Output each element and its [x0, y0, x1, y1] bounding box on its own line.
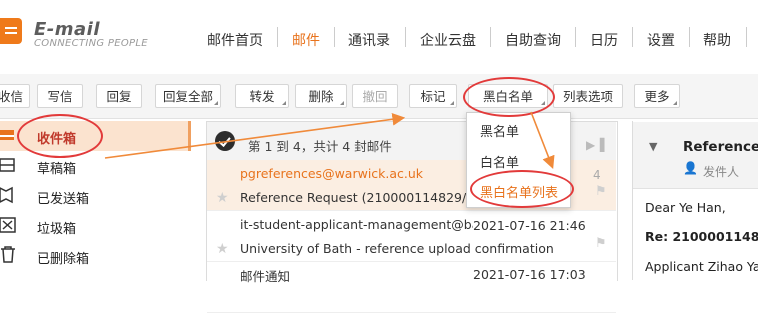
- nav-divider: [490, 27, 491, 47]
- pager-next-icon[interactable]: ▶▐: [586, 138, 604, 152]
- person-icon: 👤: [683, 161, 698, 175]
- body-line: Applicant Zihao Yan: [645, 259, 758, 274]
- flag-icon[interactable]: ⚑: [595, 184, 607, 199]
- inbox-icon: [0, 126, 18, 144]
- compose-button[interactable]: 写信: [37, 84, 83, 108]
- forward-label: 转发: [249, 89, 275, 104]
- nav-mail[interactable]: 邮件: [292, 30, 320, 50]
- row-sender: pgreferences@warwick.ac.uk: [240, 166, 424, 181]
- trash-icon: [0, 245, 18, 263]
- logo-title: E-mail: [34, 19, 101, 40]
- caret-icon: [450, 101, 454, 105]
- row-date: 2021-07-16 21:46: [473, 218, 586, 233]
- menu-item-blacklist[interactable]: 黑名单: [480, 121, 519, 140]
- mark-button[interactable]: 标记: [409, 84, 457, 108]
- row-date-fragment: 4: [593, 168, 601, 182]
- reply-all-button[interactable]: 回复全部: [155, 84, 221, 108]
- caret-icon: [214, 101, 218, 105]
- nav-divider: [632, 27, 633, 47]
- row-sender: 邮件通知: [240, 269, 291, 284]
- sidebar-item-drafts[interactable]: 草稿箱: [37, 158, 76, 177]
- nav-divider: [689, 27, 690, 47]
- nav-mail-home[interactable]: 邮件首页: [207, 30, 263, 50]
- sidebar-item-trash[interactable]: 已删除箱: [37, 248, 89, 267]
- list-options-button[interactable]: 列表选项: [553, 84, 623, 108]
- nav-divider: [334, 27, 335, 47]
- menu-item-whitelist[interactable]: 白名单: [480, 152, 519, 171]
- sent-icon: [0, 186, 18, 204]
- row-sender: it-student-applicant-management@bath: [240, 217, 473, 232]
- collapse-triangle-icon[interactable]: ▼: [649, 140, 657, 153]
- undo-send-button[interactable]: 撤回: [352, 84, 398, 108]
- nav-help[interactable]: 帮助: [703, 30, 731, 50]
- more-label: 更多: [644, 89, 670, 104]
- nav-divider: [405, 27, 406, 47]
- more-button[interactable]: 更多: [634, 84, 680, 108]
- drafts-icon: [0, 156, 18, 174]
- delete-label: 删除: [308, 89, 334, 104]
- delete-button[interactable]: 删除: [295, 84, 347, 108]
- nav-settings[interactable]: 设置: [647, 30, 675, 50]
- forward-button[interactable]: 转发: [235, 84, 289, 108]
- nav-divider: [746, 27, 747, 47]
- reply-all-label: 回复全部: [162, 89, 213, 104]
- receive-button[interactable]: 收信: [0, 84, 30, 108]
- body-line: Dear Ye Han,: [645, 200, 726, 215]
- caret-icon: [340, 101, 344, 105]
- row-subject: Reference Request (210000114829/219: [240, 190, 468, 205]
- reply-button[interactable]: 回复: [96, 84, 142, 108]
- annotation-circle: [470, 170, 574, 208]
- caret-icon: [673, 101, 677, 105]
- message-count: 第 1 到 4，共计 4 封邮件: [248, 139, 392, 154]
- mark-label: 标记: [420, 89, 446, 104]
- star-icon[interactable]: ★: [216, 241, 229, 257]
- select-all-checkbox[interactable]: [215, 131, 235, 151]
- row-subject: University of Bath - reference upload co…: [240, 241, 554, 256]
- flag-icon[interactable]: ⚑: [595, 236, 607, 251]
- nav-self-query[interactable]: 自助查询: [505, 30, 561, 50]
- logo-icon: [0, 18, 22, 44]
- nav-divider: [277, 27, 278, 47]
- nav-divider: [575, 27, 576, 47]
- annotation-circle: [17, 114, 103, 158]
- logo-subtitle: CONNECTING PEOPLE: [34, 38, 148, 49]
- sidebar-item-sent[interactable]: 已发送箱: [37, 188, 89, 207]
- nav-contacts[interactable]: 通讯录: [348, 30, 390, 50]
- star-icon[interactable]: ★: [216, 190, 229, 206]
- annotation-circle: [463, 77, 555, 117]
- sidebar-item-spam[interactable]: 垃圾箱: [37, 218, 76, 237]
- nav-cloud-drive[interactable]: 企业云盘: [420, 30, 476, 50]
- spam-icon: [0, 216, 18, 234]
- nav-calendar[interactable]: 日历: [590, 30, 618, 50]
- reading-pane-header: [633, 122, 758, 189]
- body-line: Re: 210000114829/: [645, 229, 758, 244]
- sender-label: 发件人: [703, 165, 740, 179]
- caret-icon: [282, 101, 286, 105]
- message-title: Reference R: [683, 139, 758, 155]
